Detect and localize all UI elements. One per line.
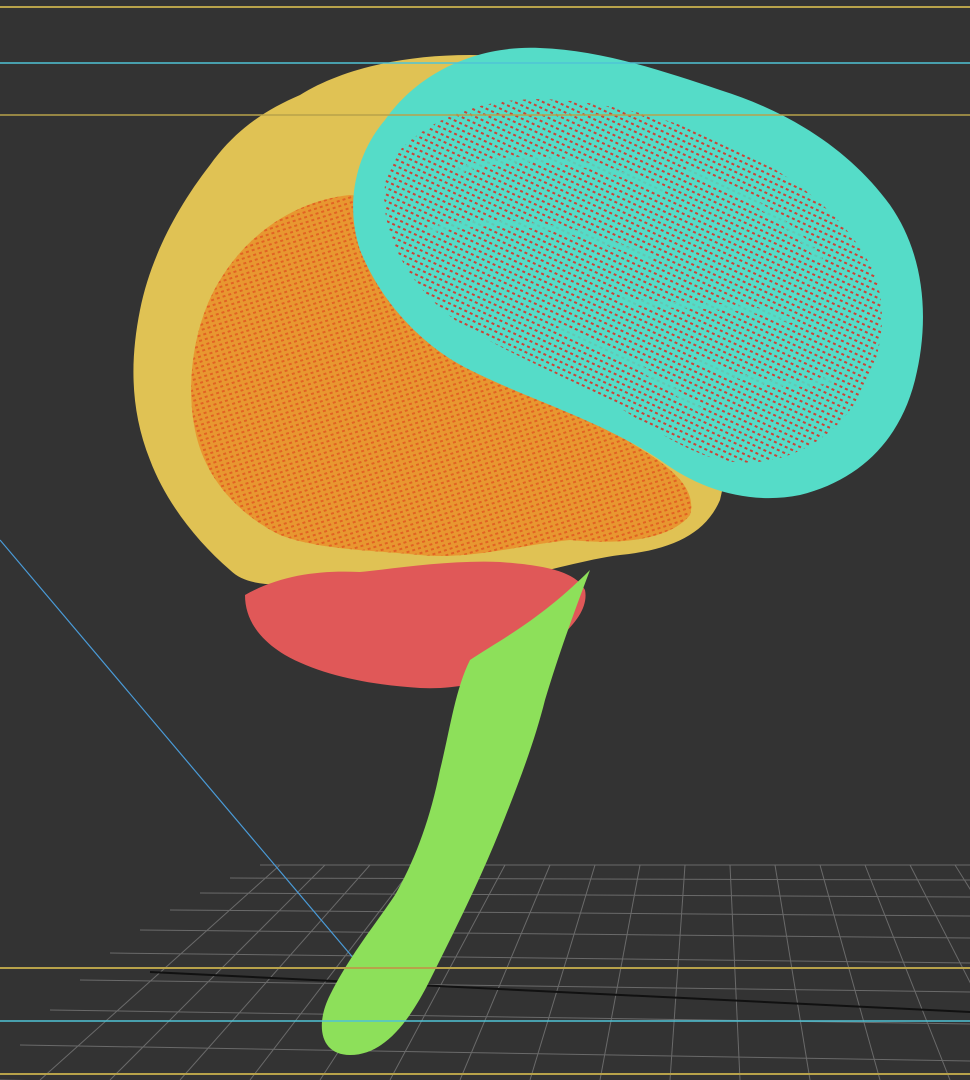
grid-line	[459, 864, 551, 1080]
grid-line	[169, 909, 970, 917]
grid-line	[49, 1009, 970, 1025]
floor-axis-line	[149, 971, 970, 1013]
grid-line	[109, 864, 326, 1080]
grid-line	[599, 864, 641, 1080]
viewport-scene[interactable]	[0, 0, 970, 1080]
floor-grid	[0, 864, 970, 1080]
grid-line	[109, 952, 970, 964]
3d-viewport[interactable]	[0, 0, 970, 1080]
grid-line	[529, 864, 596, 1080]
grid-line	[669, 864, 686, 1080]
grid-line	[819, 864, 881, 1080]
grid-line	[139, 929, 970, 939]
grid-line	[229, 877, 970, 881]
grid-line	[19, 1044, 970, 1062]
grid-line	[774, 864, 811, 1080]
grid-line	[729, 864, 741, 1080]
